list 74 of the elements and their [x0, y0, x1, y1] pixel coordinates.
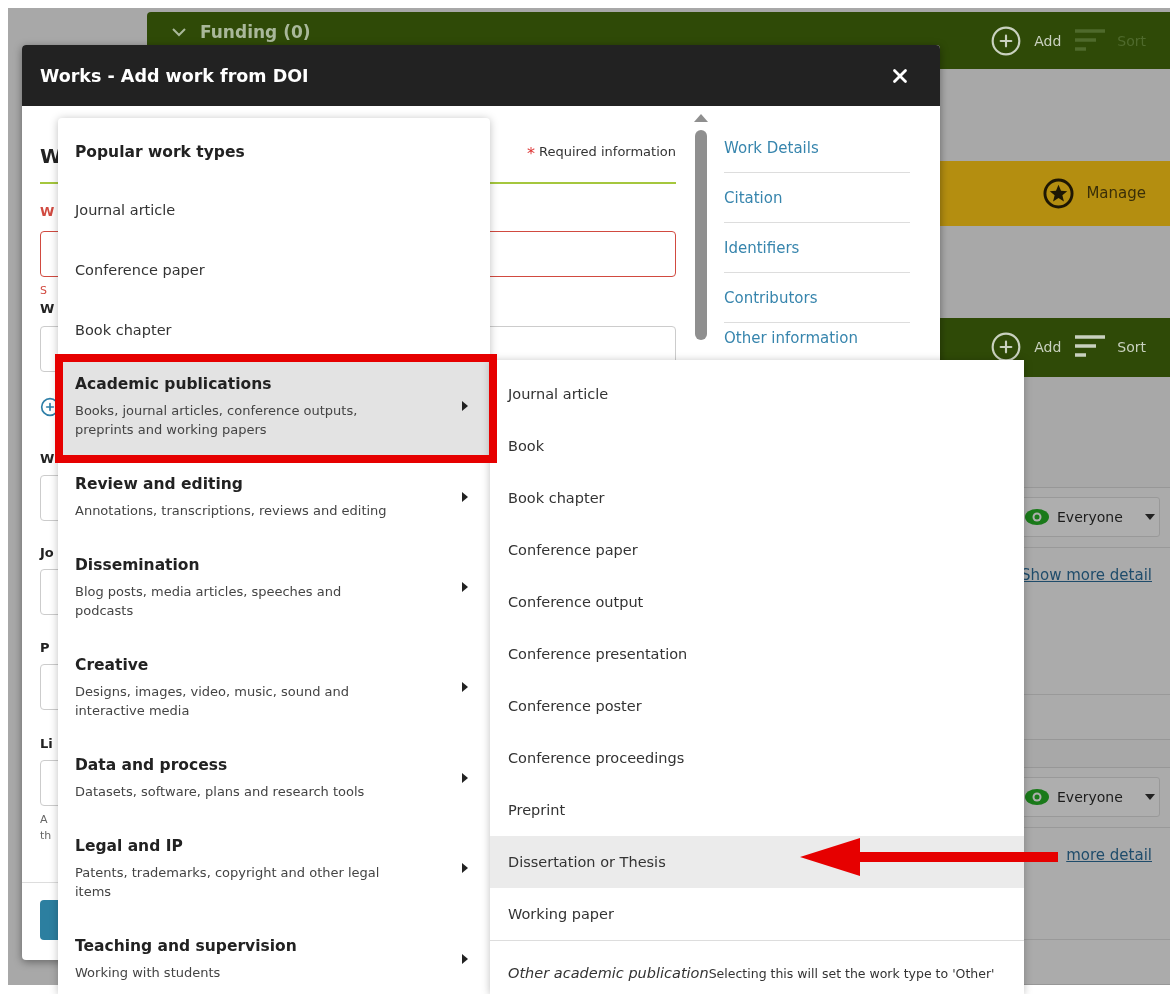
- category-title: Creative: [75, 655, 150, 676]
- section-title[interactable]: Funding (0): [172, 21, 311, 43]
- scrollbar-thumb[interactable]: [695, 130, 707, 340]
- scroll-up-icon[interactable]: [694, 114, 708, 122]
- field-label: Li: [40, 735, 53, 753]
- caret-icon: [1144, 514, 1155, 521]
- category-description: Datasets, software, plans and research tools: [75, 783, 366, 801]
- category-title: Review and editing: [75, 474, 244, 495]
- sort-button[interactable]: Sort: [1075, 335, 1146, 360]
- menu-category[interactable]: Legal and IP Patents, trademarks, copyright and other legal items: [58, 822, 490, 922]
- required-marker: *: [526, 144, 535, 163]
- menu-item[interactable]: Conference paper: [58, 240, 490, 300]
- submenu-item[interactable]: Conference output: [490, 576, 1024, 628]
- plus-icon: [990, 24, 1023, 57]
- menu-category[interactable]: Creative Designs, images, video, music, sound and interactive media: [58, 641, 490, 741]
- caret-icon: [462, 491, 468, 502]
- submenu-item[interactable]: Conference presentation: [490, 628, 1024, 680]
- section-link[interactable]: Work Details: [724, 138, 819, 157]
- chevron-icon: [172, 27, 186, 37]
- submenu-item[interactable]: Working paper: [490, 888, 1024, 940]
- option-note: Selecting this will set the work type to 'Other': [708, 965, 995, 981]
- menu-heading: Popular work types: [74, 142, 246, 163]
- category-description: Patents, trademarks, copyright and other legal items: [75, 864, 381, 901]
- category-title: Legal and IP: [75, 836, 184, 857]
- submenu-item[interactable]: Dissertation or Thesis: [490, 836, 1024, 888]
- field-label: W: [40, 203, 55, 221]
- category-description: Designs, images, video, music, sound and interactive media: [75, 683, 350, 720]
- submenu-item[interactable]: Conference proceedings: [490, 732, 1024, 784]
- menu-category[interactable]: Dissemination Blog posts, media articles, speeches and podcasts: [58, 541, 490, 641]
- manage-button[interactable]: Manage: [1043, 177, 1146, 209]
- category-title: Dissemination: [75, 555, 201, 576]
- submenu-item[interactable]: Preprint: [490, 784, 1024, 836]
- eye-icon: [1025, 789, 1049, 806]
- category-title: Academic publications: [75, 374, 273, 395]
- caret-icon: [462, 682, 468, 692]
- submenu-item[interactable]: Conference paper: [490, 524, 1024, 576]
- menu-category[interactable]: Teaching and supervision Working with students: [58, 922, 490, 994]
- field-label: W: [40, 450, 55, 468]
- category-description: Working with students: [75, 964, 222, 982]
- section-link[interactable]: Citation: [724, 188, 783, 207]
- caret-icon: [462, 953, 468, 964]
- caret-icon: [462, 772, 468, 783]
- field-hint: A: [40, 812, 48, 828]
- category-title: Teaching and supervision: [75, 936, 298, 957]
- menu-category[interactable]: Data and process Datasets, software, plans and research tools: [58, 741, 490, 822]
- caret-icon: [1144, 794, 1155, 801]
- required-note: Required information: [538, 144, 676, 159]
- field-label: Jo: [40, 544, 54, 562]
- field-hint: S: [40, 283, 47, 299]
- field-hint: th: [40, 828, 52, 844]
- show-more-link[interactable]: more detail: [1066, 845, 1152, 864]
- other-option[interactable]: Other academic publication: [508, 965, 709, 981]
- sort-icon: [1075, 28, 1106, 53]
- category-description: Annotations, transcriptions, reviews and editing: [75, 502, 388, 520]
- section-link[interactable]: Contributors: [724, 288, 818, 307]
- modal-title: Works - Add work from DOI: [40, 65, 310, 86]
- submenu-item[interactable]: Conference poster: [490, 680, 1024, 732]
- caret-icon: [462, 401, 468, 411]
- field-label: W: [40, 300, 55, 318]
- menu-category[interactable]: Review and editing Annotations, transcriptions, reviews and editing: [58, 460, 490, 541]
- sort-icon: [1075, 335, 1106, 360]
- caret-icon: [462, 582, 468, 592]
- category-description: Books, journal articles, conference outputs, preprints and working papers: [75, 402, 359, 439]
- section-link[interactable]: Other information: [724, 329, 858, 347]
- field-label: P: [40, 639, 50, 657]
- section-link[interactable]: Identifiers: [724, 238, 800, 257]
- eye-icon: [1025, 509, 1049, 526]
- add-button[interactable]: Add: [990, 24, 1062, 57]
- add-button[interactable]: Add: [990, 331, 1062, 364]
- category-title: Data and process: [75, 755, 229, 776]
- category-description: Blog posts, media articles, speeches and podcasts: [75, 583, 343, 620]
- submenu-item[interactable]: Book chapter: [490, 472, 1024, 524]
- caret-icon: [462, 863, 468, 873]
- menu-item[interactable]: Journal article: [58, 180, 490, 240]
